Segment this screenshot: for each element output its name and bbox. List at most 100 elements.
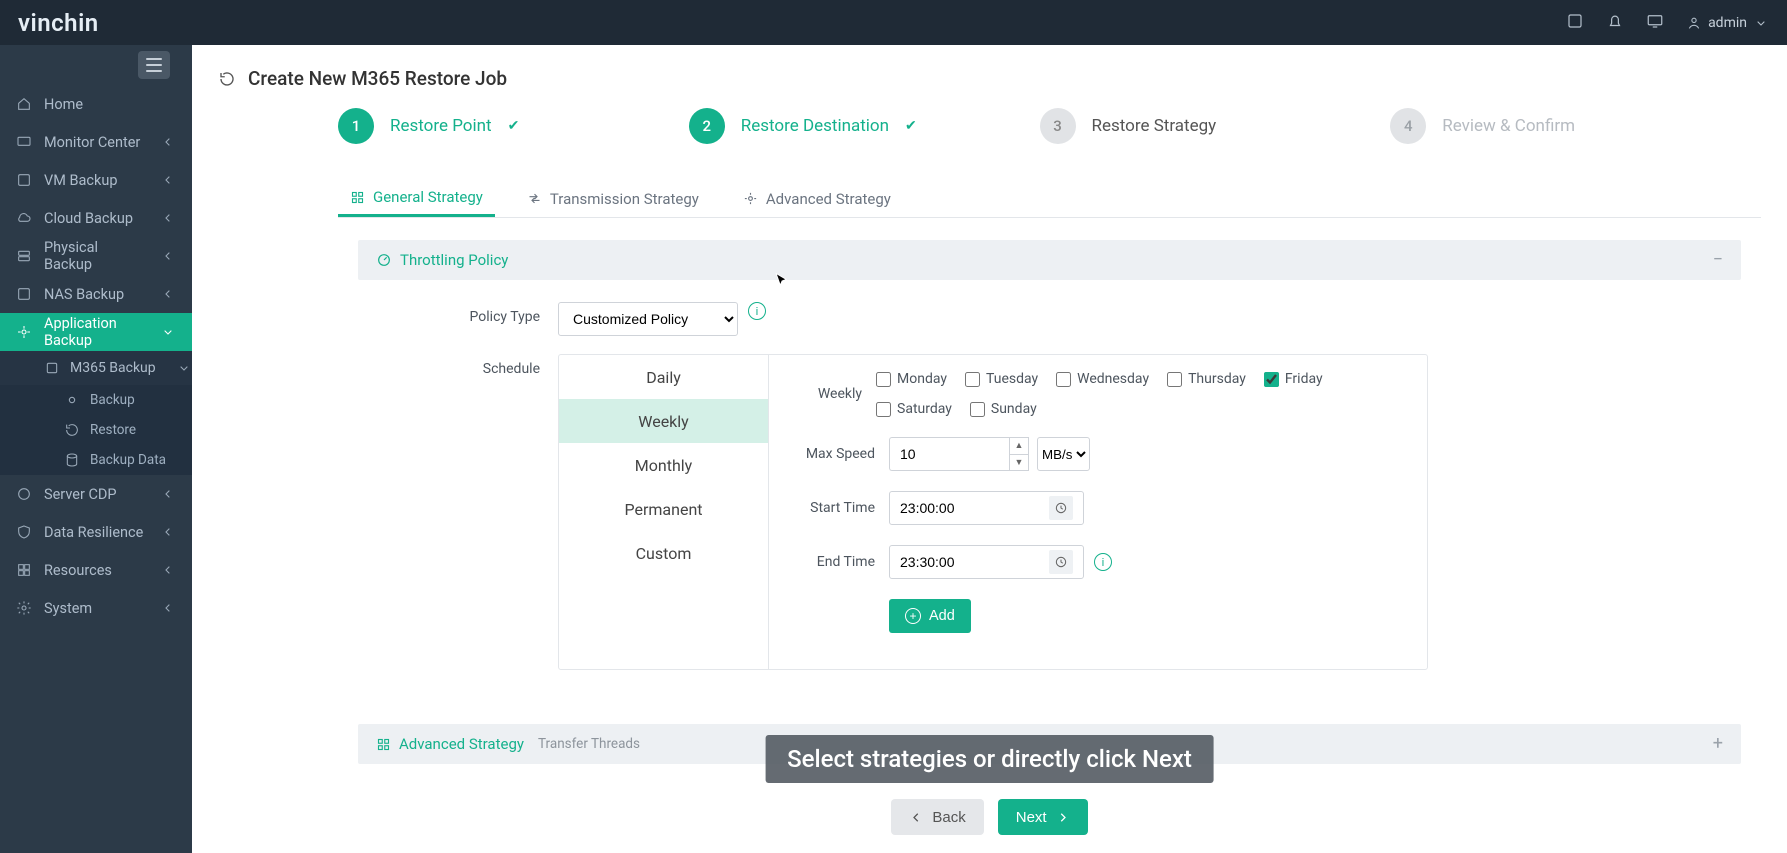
sidebar-leaf-backup[interactable]: Backup (0, 385, 192, 415)
tab-general-strategy[interactable]: General Strategy (338, 180, 495, 217)
sidebar-item-label: M365 Backup (70, 360, 156, 376)
schedule-tabs: Daily Weekly Monthly Permanent Custom (559, 355, 769, 669)
chevron-down-icon (1753, 15, 1769, 31)
weekly-days-row: Weekly Monday Tuesday Wednesday Thursday… (789, 371, 1407, 417)
tab-advanced-strategy[interactable]: Advanced Strategy (731, 180, 903, 217)
weekday-thursday[interactable]: Thursday (1167, 371, 1246, 387)
arrows-icon (527, 191, 542, 206)
end-time-input[interactable] (889, 545, 1084, 579)
arrow-right-icon (1055, 810, 1070, 825)
clock-icon[interactable] (1049, 550, 1073, 574)
info-icon[interactable]: i (1094, 553, 1112, 571)
schedule-tab-custom[interactable]: Custom (559, 531, 768, 575)
chevron-left-icon (160, 600, 176, 616)
sidebar-leaf-restore[interactable]: Restore (0, 415, 192, 445)
throttling-policy-header[interactable]: Throttling Policy − (358, 240, 1741, 280)
user-icon (1686, 15, 1702, 31)
schedule-tab-label: Monthly (635, 456, 692, 475)
monitor-icon[interactable] (1646, 12, 1664, 34)
gear-icon (743, 191, 758, 206)
sidebar-item-monitor-center[interactable]: Monitor Center (0, 123, 192, 161)
chevron-down-icon (176, 360, 192, 376)
step-restore-destination[interactable]: 2 Restore Destination ✔ (689, 108, 980, 144)
step-label: Review & Confirm (1442, 116, 1575, 136)
box-icon (44, 360, 60, 376)
sidebar-leaf-backup-data[interactable]: Backup Data (0, 445, 192, 475)
sidebar: Home Monitor Center VM Backup Cloud Back… (0, 45, 192, 853)
weekday-friday[interactable]: Friday (1264, 371, 1323, 387)
max-speed-field[interactable] (889, 437, 1009, 471)
clock-icon[interactable] (1049, 496, 1073, 520)
onboarding-hint: Select strategies or directly click Next (765, 735, 1214, 783)
sidebar-item-label: Monitor Center (44, 134, 140, 151)
monitor-icon (16, 134, 32, 150)
sidebar-item-data-resilience[interactable]: Data Resilience (0, 513, 192, 551)
strategy-tabs: General Strategy Transmission Strategy A… (338, 180, 1761, 218)
sidebar-item-label: Server CDP (44, 486, 117, 503)
end-time-field[interactable] (900, 554, 1049, 570)
sidebar-item-label: Resources (44, 562, 112, 579)
weekday-tuesday[interactable]: Tuesday (965, 371, 1038, 387)
user-menu[interactable]: admin (1686, 15, 1769, 31)
add-button[interactable]: + Add (889, 599, 971, 633)
sidebar-item-resources[interactable]: Resources (0, 551, 192, 589)
sidebar-item-server-cdp[interactable]: Server CDP (0, 475, 192, 513)
next-button[interactable]: Next (998, 799, 1088, 835)
schedule-tab-weekly[interactable]: Weekly (559, 399, 768, 443)
sidebar-item-nas-backup[interactable]: NAS Backup (0, 275, 192, 313)
gauge-icon (376, 252, 392, 268)
sidebar-item-vm-backup[interactable]: VM Backup (0, 161, 192, 199)
sidebar-item-application-backup[interactable]: Application Backup (0, 313, 192, 351)
expand-icon[interactable]: + (1713, 735, 1723, 753)
sidebar-item-label: Restore (90, 422, 136, 438)
spin-down-icon[interactable]: ▼ (1010, 455, 1028, 471)
spin-up-icon[interactable]: ▲ (1010, 438, 1028, 455)
schedule-tab-daily[interactable]: Daily (559, 355, 768, 399)
page-title: Create New M365 Restore Job (248, 67, 507, 90)
sidebar-item-label: NAS Backup (44, 286, 124, 303)
app-icon (16, 324, 32, 340)
back-button[interactable]: Back (891, 799, 983, 835)
step-restore-point[interactable]: 1 Restore Point ✔ (338, 108, 629, 144)
plus-icon: + (905, 608, 921, 624)
grid-icon (350, 190, 365, 205)
sidebar-item-label: Backup Data (90, 452, 166, 468)
start-time-label: Start Time (789, 500, 889, 516)
sidebar-item-cloud-backup[interactable]: Cloud Backup (0, 199, 192, 237)
sidebar-collapse-button[interactable] (138, 51, 170, 79)
sidebar-item-system[interactable]: System (0, 589, 192, 627)
weekday-monday[interactable]: Monday (876, 371, 947, 387)
max-speed-spinner[interactable]: ▲▼ (1009, 437, 1029, 471)
step-review-confirm[interactable]: 4 Review & Confirm (1390, 108, 1681, 144)
chevron-left-icon (160, 210, 176, 226)
sidebar-item-physical-backup[interactable]: Physical Backup (0, 237, 192, 275)
refresh-icon[interactable] (218, 70, 236, 88)
add-button-label: Add (929, 608, 955, 624)
weekday-saturday[interactable]: Saturday (876, 401, 952, 417)
start-time-field[interactable] (900, 500, 1049, 516)
chevron-down-icon (160, 324, 176, 340)
save-view-icon[interactable] (1566, 12, 1584, 34)
tab-label: Advanced Strategy (766, 190, 891, 208)
check-icon: ✔ (905, 118, 917, 134)
chevron-left-icon (160, 248, 176, 264)
end-time-label: End Time (789, 554, 889, 570)
bell-icon[interactable] (1606, 12, 1624, 34)
sidebar-item-home[interactable]: Home (0, 85, 192, 123)
collapse-icon[interactable]: − (1713, 251, 1723, 269)
tab-transmission-strategy[interactable]: Transmission Strategy (515, 180, 711, 217)
speed-unit-select[interactable]: MB/s (1037, 437, 1090, 471)
schedule-tab-permanent[interactable]: Permanent (559, 487, 768, 531)
check-icon: ✔ (508, 118, 520, 134)
sidebar-sub-m365-backup[interactable]: M365 Backup (0, 351, 192, 385)
weekday-wednesday[interactable]: Wednesday (1056, 371, 1149, 387)
step-restore-strategy[interactable]: 3 Restore Strategy (1040, 108, 1331, 144)
schedule-tab-label: Weekly (638, 412, 689, 431)
max-speed-input[interactable]: ▲▼ (889, 437, 1029, 471)
chevron-left-icon (160, 524, 176, 540)
info-icon[interactable]: i (748, 302, 766, 320)
start-time-input[interactable] (889, 491, 1084, 525)
policy-type-select[interactable]: Customized Policy (558, 302, 738, 336)
weekday-sunday[interactable]: Sunday (970, 401, 1037, 417)
schedule-tab-monthly[interactable]: Monthly (559, 443, 768, 487)
